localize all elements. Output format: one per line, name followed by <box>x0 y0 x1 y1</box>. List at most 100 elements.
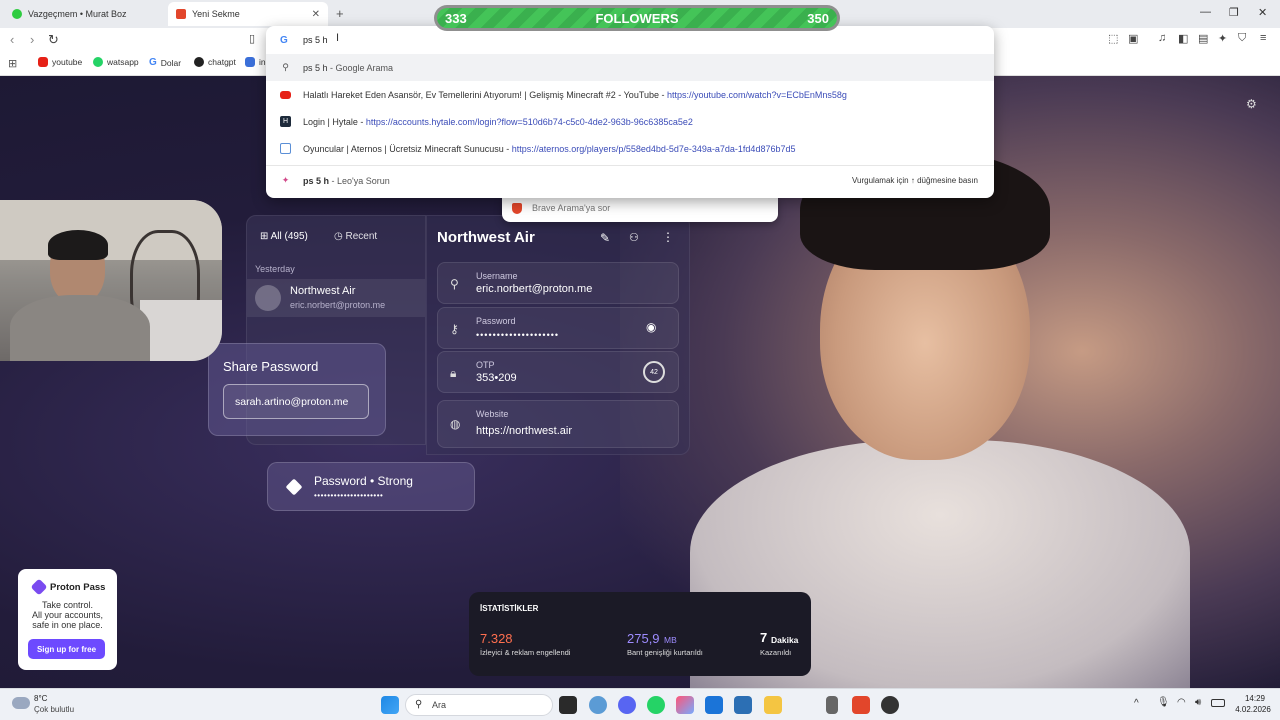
username-field[interactable]: ⚲ Username eric.norbert@proton.me <box>437 262 679 304</box>
forward-icon[interactable]: › <box>30 32 34 47</box>
stats-bandwidth-label: Bant genişliği kurtarıldı <box>627 648 703 657</box>
ad-signup-button[interactable]: Sign up for free <box>28 639 105 659</box>
start-icon[interactable] <box>381 696 399 714</box>
store-icon[interactable] <box>705 696 723 714</box>
share-email-input[interactable]: sarah.artino@proton.me <box>223 384 369 419</box>
minimize-icon[interactable]: — <box>1200 6 1211 18</box>
whatsapp-icon <box>93 57 103 67</box>
bookmark-chatgpt[interactable]: chatgpt <box>194 57 236 67</box>
ad-line2: All your accounts, <box>31 610 104 620</box>
webcam-person-hair <box>48 230 108 260</box>
stats-bandwidth-value: 275,9 <box>627 631 660 646</box>
obs-icon[interactable] <box>881 696 899 714</box>
sidebar-icon[interactable]: ◧ <box>1178 32 1188 45</box>
tab-vazgecmem[interactable]: Vazgeçmem • Murat Boz <box>4 2 164 26</box>
clock-date[interactable]: 4.02.2026 <box>1232 705 1274 714</box>
password-field[interactable]: ⚷ Password •••••••••••••••••••• ◉ <box>437 307 679 349</box>
list-item[interactable]: Northwest Air eric.norbert@proton.me <box>247 279 425 317</box>
tab-title: Vazgeçmem • Murat Boz <box>28 9 127 19</box>
detail-title: Northwest Air <box>437 229 535 246</box>
wallet-icon[interactable]: ▣ <box>1128 32 1138 45</box>
password-label: Password <box>476 316 516 326</box>
followers-goal: 350 <box>807 11 829 26</box>
stats-blocked-value: 7.328 <box>480 631 513 646</box>
filter-recent[interactable]: ◷ Recent <box>334 231 377 242</box>
close-window-icon[interactable]: ✕ <box>1258 6 1267 19</box>
eye-icon[interactable]: ◉ <box>646 320 656 334</box>
bookmark-in[interactable]: in <box>245 57 266 67</box>
weather-temp: 8°C <box>34 694 48 703</box>
restore-icon[interactable]: ❐ <box>1229 6 1239 19</box>
leo-icon[interactable]: ✦ <box>1218 32 1227 45</box>
bookmark-watsapp[interactable]: watsapp <box>93 57 139 67</box>
chevron-up-icon[interactable]: ^ <box>1134 698 1139 709</box>
bookmark-icon[interactable]: ▯ <box>249 32 255 45</box>
task-view-icon[interactable] <box>559 696 577 714</box>
followers-goal-bar: 333 FOLLOWERS 350 <box>434 5 840 31</box>
stats-blocked-label: İzleyici & reklam engellendi <box>480 648 571 657</box>
ad-brand: Proton Pass <box>50 582 106 593</box>
weather-desc: Çok bulutlu <box>34 705 75 714</box>
photos-icon[interactable] <box>734 696 752 714</box>
taskbar: 8°C Çok bulutlu ⚲ Ara ^ 🎙︎ ◠ 🔊︎ 14:29 4.… <box>0 688 1280 720</box>
youtube-icon <box>280 90 291 99</box>
file-explorer-icon[interactable] <box>764 696 782 714</box>
apps-icon[interactable]: ⊞ <box>8 57 17 70</box>
google-icon: G <box>149 57 157 68</box>
bookmark-dolar[interactable]: G Dolar <box>149 57 181 68</box>
stats-time-value: 7 <box>760 630 768 645</box>
ad-line1: Take control. <box>41 600 94 610</box>
reload-icon[interactable]: ↻ <box>48 32 59 48</box>
wallet2-icon[interactable]: ▤ <box>1198 32 1208 45</box>
otp-field[interactable]: 🔒︎ OTP 353•209 42 <box>437 351 679 393</box>
address-input[interactable]: ps 5 h <box>303 35 328 45</box>
bookmark-youtube[interactable]: youtube <box>38 57 82 67</box>
new-tab-button[interactable]: + <box>336 6 344 21</box>
brave-icon <box>176 9 186 19</box>
brave-ask-suggestion[interactable]: Brave Arama'ya sor <box>502 197 778 222</box>
mouse-icon[interactable] <box>826 696 838 714</box>
share-password-card: Share Password sarah.artino@proton.me <box>208 343 386 436</box>
search-icon: ⚲ <box>282 62 289 72</box>
taskbar-search[interactable]: ⚲ Ara <box>405 694 553 716</box>
whatsapp-icon[interactable] <box>647 696 665 714</box>
battery-icon[interactable] <box>1211 699 1225 707</box>
strength-dots: ••••••••••••••••••••• <box>314 491 384 500</box>
discord-icon[interactable] <box>618 696 636 714</box>
followers-progress: 333 FOLLOWERS 350 <box>437 8 837 28</box>
suggestion-leo[interactable]: ✦ ps 5 h - Leo'ya Sorun Vurgulamak için … <box>266 167 994 194</box>
aternos-icon <box>280 143 291 154</box>
clock-time[interactable]: 14:29 <box>1236 694 1274 703</box>
menu-icon[interactable]: ≡ <box>1260 32 1266 44</box>
settings-gear-icon[interactable]: ⚙ <box>1246 97 1257 111</box>
volume-icon[interactable]: 🔊︎ <box>1195 697 1201 708</box>
music-icon[interactable]: ♫ <box>1158 32 1166 44</box>
filter-all[interactable]: ⊞ All (495) <box>260 231 308 242</box>
back-icon[interactable]: ‹ <box>10 32 14 47</box>
strength-title: Password • Strong <box>314 474 413 488</box>
otp-timer: 42 <box>643 361 665 383</box>
vpn-icon[interactable]: ⛉ <box>1238 32 1246 45</box>
suggestion-search[interactable]: ⚲ ps 5 h - Google Arama <box>266 54 994 81</box>
settings-app-icon[interactable] <box>589 696 607 714</box>
close-tab-icon[interactable]: ✕ <box>312 9 320 20</box>
share-icon[interactable]: ⚇ <box>629 231 639 244</box>
brave-taskbar-icon[interactable] <box>852 696 870 714</box>
suggestion-hytale[interactable]: H Login | Hytale - https://accounts.hyta… <box>266 108 994 135</box>
username-label: Username <box>476 271 518 281</box>
more-icon[interactable]: ⋮ <box>662 230 674 244</box>
edit-icon[interactable]: ✎ <box>600 231 610 245</box>
wifi-icon[interactable]: ◠ <box>1177 697 1186 708</box>
copilot-icon[interactable] <box>676 696 694 714</box>
mic-icon[interactable]: 🎙︎ <box>1157 697 1170 708</box>
password-strength-card: Password • Strong ••••••••••••••••••••• <box>267 462 475 511</box>
followers-label: FOLLOWERS <box>595 11 679 26</box>
suggestion-youtube[interactable]: Halatlı Hareket Eden Asansör, Ev Temelle… <box>266 81 994 108</box>
website-field[interactable]: ◍ Website https://northwest.air <box>437 400 679 448</box>
clock-icon: ◷ <box>334 231 346 242</box>
webcam-person-body <box>10 295 150 361</box>
tab-new-tab[interactable]: Yeni Sekme ✕ <box>168 2 328 26</box>
extension-icon[interactable]: ⬚ <box>1108 32 1118 45</box>
suggestion-aternos[interactable]: Oyuncular | Aternos | Ücretsiz Minecraft… <box>266 135 994 162</box>
item-subtitle: eric.norbert@proton.me <box>290 300 386 310</box>
